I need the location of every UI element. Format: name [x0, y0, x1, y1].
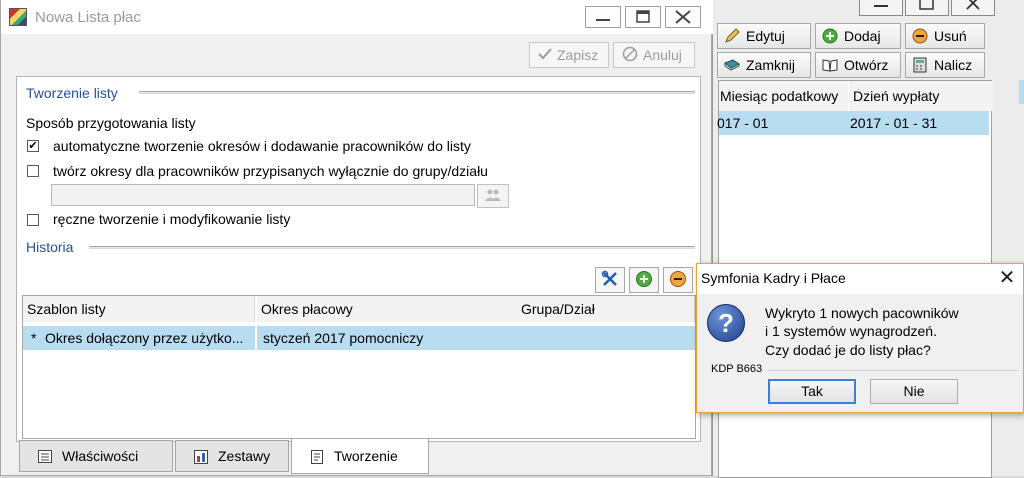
dialog-message-line: i 1 systemów wynagrodzeń. — [765, 323, 937, 339]
confirm-dialog: Symfonia Kadry i Płace ✕ ? Wykryto 1 now… — [696, 263, 1024, 413]
period-cell: styczeń 2017 pomocniczy — [255, 326, 517, 350]
calculator-icon — [912, 57, 928, 73]
section-title-creation: Tworzenie listy — [26, 85, 118, 101]
close-list-button[interactable]: Zamknij — [717, 52, 811, 78]
add-button[interactable]: Dodaj — [815, 23, 901, 49]
group-only-label: twórz okresy dla pracowników przypisanyc… — [53, 163, 488, 179]
column-header-period[interactable]: Okres płacowy — [257, 296, 519, 322]
open-label: Otwórz — [844, 57, 889, 73]
delete-button[interactable]: Usuń — [905, 23, 985, 49]
manual-checkbox[interactable] — [27, 214, 39, 226]
minus-circle-icon — [669, 270, 687, 291]
calculate-label: Nalicz — [934, 57, 973, 73]
edit-button[interactable]: Edytuj — [717, 23, 811, 49]
group-only-checkbox[interactable] — [27, 165, 39, 177]
calculate-button[interactable]: Nalicz — [905, 52, 985, 78]
delete-label: Usuń — [934, 28, 967, 44]
tools-button[interactable] — [595, 267, 625, 293]
template-cell: Okres dołączony przez użytko... — [45, 330, 244, 346]
group-cell — [517, 326, 695, 350]
column-header-payday[interactable]: Dzień wypłaty — [849, 81, 993, 111]
group-picker-button[interactable] — [477, 184, 509, 208]
minimize-button[interactable] — [859, 0, 903, 16]
check-icon — [538, 47, 552, 63]
yes-button[interactable]: Tak — [768, 379, 856, 404]
table-row[interactable]: 017 - 01 2017 - 01 - 31 — [717, 111, 989, 135]
title-bar: Nowa Lista płac — [1, 0, 713, 34]
dialog-title-bar: Symfonia Kadry i Płace ✕ — [697, 264, 1023, 294]
minus-circle-icon — [912, 28, 928, 44]
question-icon: ? — [707, 304, 745, 342]
history-grid: Szablon listy Okres płacowy Grupa/Dział … — [22, 295, 696, 439]
tab-properties[interactable]: Właściwości — [19, 440, 173, 472]
close-list-label: Zamknij — [746, 57, 796, 73]
book-icon — [724, 57, 740, 73]
selection-edge — [1019, 80, 1024, 104]
open-button[interactable]: Otwórz — [815, 52, 901, 78]
plus-circle-icon — [822, 28, 838, 44]
window-title: Nowa Lista płac — [35, 9, 141, 26]
app-icon — [9, 8, 27, 26]
section-divider — [139, 91, 695, 94]
edit-label: Edytuj — [746, 28, 785, 44]
people-icon — [484, 188, 502, 205]
section-title-history: Historia — [26, 239, 74, 255]
manual-label: ręczne tworzenie i modyfikowanie listy — [53, 211, 291, 227]
method-label: Sposób przygotowania listy — [26, 115, 196, 131]
pencil-icon — [724, 28, 740, 44]
tab-sets-label: Zestawy — [218, 448, 271, 464]
save-label: Zapisz — [557, 47, 599, 63]
tax-month-cell: 017 - 01 — [717, 115, 769, 131]
close-icon[interactable]: ✕ — [995, 267, 1019, 291]
maximize-button[interactable] — [905, 0, 949, 16]
plus-circle-icon — [635, 270, 653, 291]
maximize-button[interactable] — [625, 6, 661, 28]
save-button[interactable]: Zapisz — [529, 42, 609, 68]
chart-icon — [194, 449, 208, 464]
dialog-message-line: Wykryto 1 nowych pacowników — [765, 305, 959, 321]
dialog-divider — [767, 370, 1019, 371]
tools-icon — [601, 270, 619, 291]
cancel-label: Anuluj — [643, 47, 682, 63]
minimize-button[interactable] — [585, 6, 621, 28]
tab-creation[interactable]: Tworzenie — [291, 438, 429, 474]
creation-panel: Tworzenie listy Sposób przygotowania lis… — [16, 76, 701, 442]
tab-properties-label: Właściwości — [62, 448, 139, 464]
dialog-title: Symfonia Kadry i Płace — [701, 270, 846, 286]
remove-history-button[interactable] — [663, 267, 693, 293]
column-header-template[interactable]: Szablon listy — [23, 296, 255, 322]
section-divider — [89, 246, 695, 249]
column-header-tax-month[interactable]: Miesiąc podatkowy — [719, 81, 848, 111]
add-history-button[interactable] — [629, 267, 659, 293]
cancel-icon — [622, 46, 638, 65]
tab-sets[interactable]: Zestawy — [175, 440, 289, 472]
auto-create-checkbox[interactable]: ✔ — [27, 140, 39, 152]
add-label: Dodaj — [844, 28, 881, 44]
dialog-message-line: Czy dodać je do listy płac? — [765, 342, 931, 358]
open-book-icon — [822, 57, 838, 73]
payday-cell: 2017 - 01 - 31 — [850, 115, 938, 131]
tab-creation-label: Tworzenie — [334, 448, 398, 464]
no-button[interactable]: Nie — [870, 379, 958, 404]
column-header-group[interactable]: Grupa/Dział — [517, 296, 695, 322]
group-input[interactable] — [51, 184, 475, 206]
close-button[interactable] — [665, 6, 701, 28]
dialog-code: KDP B663 — [711, 363, 763, 375]
close-button[interactable] — [951, 0, 995, 16]
list-icon — [38, 449, 52, 463]
auto-create-label: automatyczne tworzenie okresów i dodawan… — [53, 138, 471, 154]
document-icon — [310, 449, 324, 464]
main-window: Nowa Lista płac Zapisz Anuluj Tworzenie … — [0, 0, 713, 476]
cancel-button[interactable]: Anuluj — [613, 42, 695, 68]
table-row[interactable]: * Okres dołączony przez użytko... stycze… — [23, 326, 695, 350]
